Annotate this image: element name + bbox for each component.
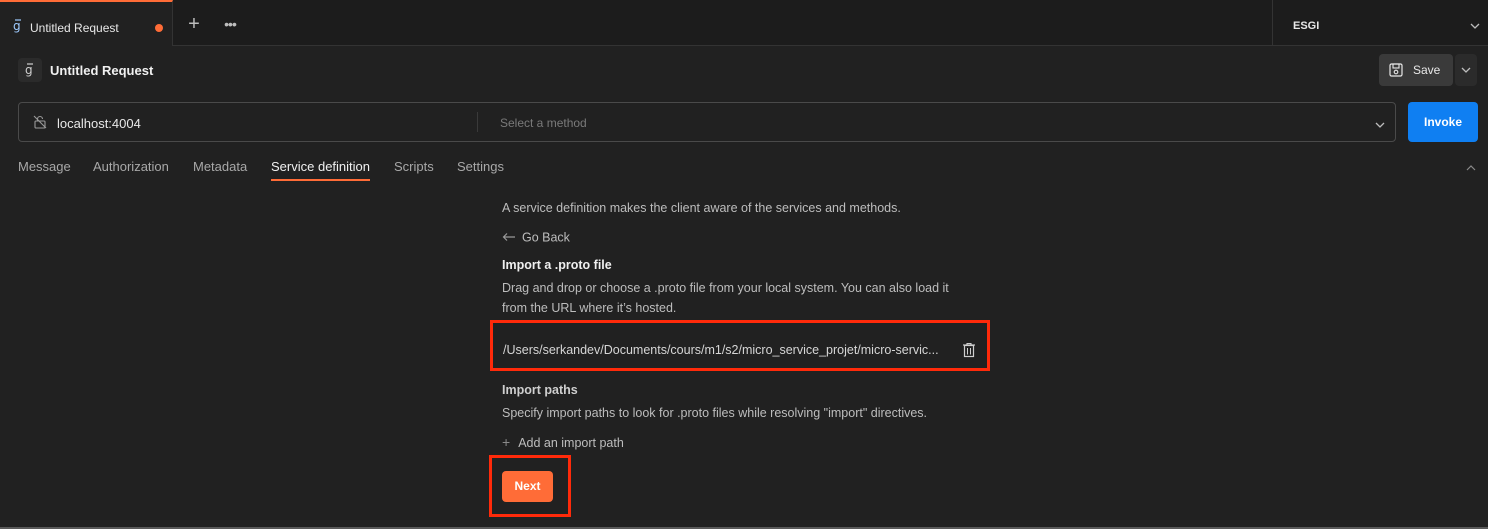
request-type-icon: g <box>18 58 42 82</box>
chevron-down-icon <box>1470 18 1480 36</box>
add-import-path-label: Add an import path <box>518 436 624 450</box>
method-select[interactable]: Select a method <box>500 116 587 130</box>
tab-message[interactable]: Message <box>18 159 71 174</box>
tab-label: Untitled Request <box>30 21 119 35</box>
invoke-button[interactable]: Invoke <box>1408 102 1478 142</box>
next-highlight: Next <box>489 455 571 517</box>
import-paths-description: Specify import paths to look for .proto … <box>502 406 928 420</box>
save-label: Save <box>1413 63 1441 77</box>
import-paths-title: Import paths <box>502 383 578 397</box>
url-input[interactable]: localhost:4004 <box>57 116 141 131</box>
request-title[interactable]: Untitled Request <box>50 63 153 78</box>
next-button[interactable]: Next <box>502 471 553 502</box>
new-tab-button[interactable]: + <box>184 14 204 34</box>
go-back-label: Go Back <box>522 230 570 245</box>
trash-icon[interactable] <box>962 342 976 363</box>
selected-proto-file: /Users/serkandev/Documents/cours/m1/s2/m… <box>490 320 990 371</box>
tab-authorization[interactable]: Authorization <box>93 159 169 174</box>
more-tabs-button[interactable]: ••• <box>220 14 240 34</box>
plus-icon: + <box>502 434 511 450</box>
chevron-down-icon <box>1461 67 1471 73</box>
tab-settings[interactable]: Settings <box>457 159 504 174</box>
save-icon <box>1389 63 1403 80</box>
proto-file-path: /Users/serkandev/Documents/cours/m1/s2/m… <box>503 343 939 357</box>
tab-metadata[interactable]: Metadata <box>193 159 247 174</box>
go-back-link[interactable]: Go Back <box>502 230 570 245</box>
active-tab-indicator <box>271 179 370 181</box>
save-options-button[interactable] <box>1455 54 1477 86</box>
service-definition-description: A service definition makes the client aw… <box>502 201 901 215</box>
tab-bar: g Untitled Request + ••• ESGI <box>0 0 1488 46</box>
add-import-path-button[interactable]: + Add an import path <box>502 434 624 450</box>
svg-text:g: g <box>25 63 33 77</box>
tab-untitled-request[interactable]: g Untitled Request <box>0 0 173 46</box>
grpc-icon: g <box>12 19 24 38</box>
arrow-left-icon <box>502 231 516 245</box>
url-divider <box>477 112 478 132</box>
tab-scripts[interactable]: Scripts <box>394 159 434 174</box>
grpc-icon: g <box>25 63 33 77</box>
import-proto-description-line1: Drag and drop or choose a .proto file fr… <box>502 281 949 295</box>
unsaved-dot <box>155 24 163 32</box>
chevron-up-icon[interactable] <box>1465 160 1477 178</box>
chevron-down-icon[interactable] <box>1375 117 1385 135</box>
import-proto-title: Import a .proto file <box>502 258 612 272</box>
svg-text:g: g <box>13 19 21 33</box>
url-bar: localhost:4004 Select a method <box>18 102 1396 142</box>
environment-label: ESGI <box>1293 20 1320 32</box>
import-proto-description-line2: from the URL where it’s hosted. <box>502 301 677 315</box>
tab-service-definition[interactable]: Service definition <box>271 159 370 174</box>
unlocked-icon[interactable] <box>33 115 47 134</box>
environment-selector[interactable]: ESGI <box>1272 0 1488 46</box>
save-button[interactable]: Save <box>1379 54 1453 86</box>
